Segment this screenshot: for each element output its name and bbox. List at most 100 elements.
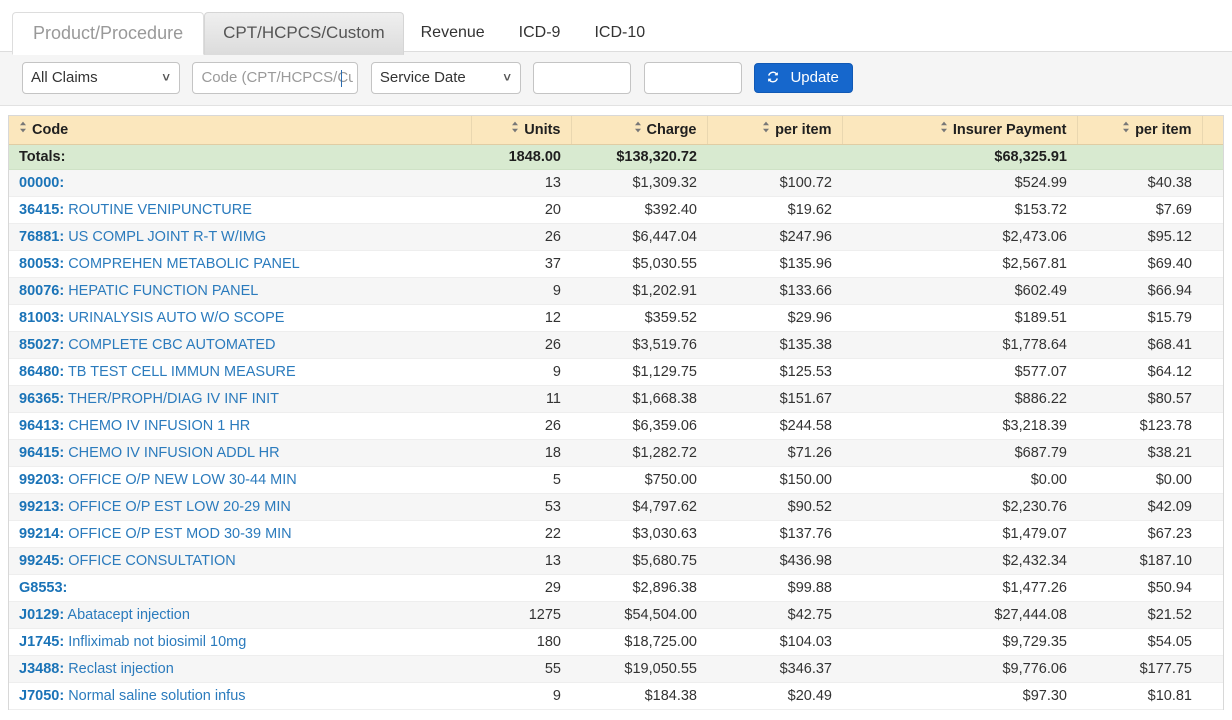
- table-row[interactable]: J7050: Normal saline solution infus 9 $184…: [9, 682, 1223, 710]
- cell-code[interactable]: 76881: US COMPL JOINT R-T W/IMG: [9, 223, 471, 251]
- column-header-units[interactable]: Units: [471, 116, 572, 145]
- code-link[interactable]: 99245: [19, 553, 59, 569]
- code-colon: :: [59, 255, 65, 272]
- code-description[interactable]: TB TEST CELL IMMUN MEASURE: [68, 364, 296, 380]
- code-description[interactable]: Infliximab not biosimil 10mg: [68, 634, 246, 650]
- cell-charge-per-item: $100.72: [707, 169, 842, 197]
- cell-code[interactable]: J7050: Normal saline solution infus: [9, 682, 471, 710]
- code-description[interactable]: OFFICE CONSULTATION: [68, 553, 236, 569]
- code-link[interactable]: 96413: [19, 418, 59, 434]
- code-link[interactable]: 76881: [19, 229, 59, 245]
- table-row[interactable]: 80053: COMPREHEN METABOLIC PANEL 37 $5,030…: [9, 250, 1223, 278]
- cell-code[interactable]: J1745: Infliximab not biosimil 10mg: [9, 628, 471, 656]
- code-colon: :: [59, 498, 65, 515]
- update-button[interactable]: Update: [754, 63, 853, 93]
- table-row[interactable]: J1745: Infliximab not biosimil 10mg 180 $1…: [9, 628, 1223, 656]
- tab-product-procedure[interactable]: Product/Procedure: [12, 12, 205, 55]
- code-description[interactable]: Reclast injection: [68, 661, 174, 677]
- tab-icd-10[interactable]: ICD-10: [577, 11, 662, 55]
- code-link[interactable]: J1745: [19, 634, 59, 650]
- table-row[interactable]: 85027: COMPLETE CBC AUTOMATED 26 $3,519.76…: [9, 331, 1223, 359]
- cell-code[interactable]: G8553:: [9, 574, 471, 602]
- date-to-input[interactable]: [643, 62, 742, 94]
- code-description[interactable]: CHEMO IV INFUSION ADDL HR: [68, 445, 279, 461]
- code-link[interactable]: 96415: [19, 445, 59, 461]
- column-header-payment-per-item[interactable]: per item: [1077, 116, 1203, 145]
- table-row[interactable]: J0129: Abatacept injection 1275 $54,504.00…: [9, 601, 1223, 629]
- table-row[interactable]: 76881: US COMPL JOINT R-T W/IMG 26 $6,447.…: [9, 223, 1223, 251]
- column-header-charge[interactable]: Charge: [571, 116, 708, 145]
- table-row[interactable]: 99203: OFFICE O/P NEW LOW 30-44 MIN 5 $750…: [9, 466, 1223, 494]
- cell-code[interactable]: 99213: OFFICE O/P EST LOW 20-29 MIN: [9, 493, 471, 521]
- code-description[interactable]: US COMPL JOINT R-T W/IMG: [68, 229, 266, 245]
- cell-code[interactable]: 96415: CHEMO IV INFUSION ADDL HR: [9, 439, 471, 467]
- table-row[interactable]: 99245: OFFICE CONSULTATION 13 $5,680.75 $43…: [9, 547, 1223, 575]
- code-link[interactable]: G8553: [19, 580, 63, 596]
- table-row[interactable]: 96365: THER/PROPH/DIAG IV INF INIT 11 $1,6…: [9, 385, 1223, 413]
- cell-code[interactable]: 85027: COMPLETE CBC AUTOMATED: [9, 331, 471, 359]
- column-header-charge-per-item[interactable]: per item: [707, 116, 843, 145]
- cell-code[interactable]: 86480: TB TEST CELL IMMUN MEASURE: [9, 358, 471, 386]
- code-description[interactable]: Normal saline solution infus: [68, 688, 245, 704]
- tab-revenue[interactable]: Revenue: [404, 11, 502, 55]
- cell-code[interactable]: 96413: CHEMO IV INFUSION 1 HR: [9, 412, 471, 440]
- cell-code[interactable]: J3488: Reclast injection: [9, 655, 471, 683]
- cell-code[interactable]: 96365: THER/PROPH/DIAG IV INF INIT: [9, 385, 471, 413]
- cell-code[interactable]: 80053: COMPREHEN METABOLIC PANEL: [9, 250, 471, 278]
- cell-code[interactable]: 99214: OFFICE O/P EST MOD 30-39 MIN: [9, 520, 471, 548]
- table-row[interactable]: 99214: OFFICE O/P EST MOD 30-39 MIN 22 $3,…: [9, 520, 1223, 548]
- date-from-input[interactable]: [533, 62, 632, 94]
- code-description[interactable]: THER/PROPH/DIAG IV INF INIT: [68, 391, 279, 407]
- code-description[interactable]: COMPREHEN METABOLIC PANEL: [68, 256, 300, 272]
- code-description[interactable]: COMPLETE CBC AUTOMATED: [68, 337, 275, 353]
- code-link[interactable]: 80076: [19, 283, 59, 299]
- table-row[interactable]: 81003: URINALYSIS AUTO W/O SCOPE 12 $359.5…: [9, 304, 1223, 332]
- code-description[interactable]: URINALYSIS AUTO W/O SCOPE: [68, 310, 284, 326]
- code-link[interactable]: 99214: [19, 526, 59, 542]
- tab-icd-9[interactable]: ICD-9: [502, 11, 578, 55]
- code-link[interactable]: 86480: [19, 364, 59, 380]
- column-header-code[interactable]: Code: [9, 116, 472, 145]
- code-link[interactable]: 96365: [19, 391, 59, 407]
- table-row[interactable]: J3488: Reclast injection 55 $19,050.55 $346…: [9, 655, 1223, 683]
- code-description[interactable]: HEPATIC FUNCTION PANEL: [68, 283, 258, 299]
- cell-code[interactable]: 36415: ROUTINE VENIPUNCTURE: [9, 196, 471, 224]
- code-link[interactable]: 99213: [19, 499, 59, 515]
- cell-code[interactable]: 81003: URINALYSIS AUTO W/O SCOPE: [9, 304, 471, 332]
- code-description[interactable]: OFFICE O/P EST LOW 20-29 MIN: [68, 499, 291, 515]
- table-row[interactable]: 80076: HEPATIC FUNCTION PANEL 9 $1,202.91 $…: [9, 277, 1223, 305]
- table-row[interactable]: 96413: CHEMO IV INFUSION 1 HR 26 $6,359.06…: [9, 412, 1223, 440]
- table-row[interactable]: 99213: OFFICE O/P EST LOW 20-29 MIN 53 $4,…: [9, 493, 1223, 521]
- code-link[interactable]: J3488: [19, 661, 59, 677]
- code-description[interactable]: ROUTINE VENIPUNCTURE: [68, 202, 252, 218]
- column-header-insurer-payment[interactable]: Insurer Payment: [842, 116, 1078, 145]
- table-row[interactable]: G8553: 29 $2,896.38 $99.88 $1,477.26 $50.94: [9, 574, 1223, 602]
- code-link[interactable]: 80053: [19, 256, 59, 272]
- cell-code[interactable]: J0129: Abatacept injection: [9, 601, 471, 629]
- table-row[interactable]: 00000: 13 $1,309.32 $100.72 $524.99 $40.38: [9, 169, 1223, 197]
- code-link[interactable]: J0129: [19, 607, 59, 623]
- code-link[interactable]: 00000: [19, 175, 59, 191]
- column-header-overflow[interactable]: [1202, 116, 1223, 145]
- code-link[interactable]: J7050: [19, 688, 59, 704]
- code-link[interactable]: 81003: [19, 310, 59, 326]
- code-description[interactable]: CHEMO IV INFUSION 1 HR: [68, 418, 250, 434]
- code-search-input[interactable]: Code (CPT/HCPCS/Cus: [192, 62, 359, 94]
- cell-code[interactable]: 80076: HEPATIC FUNCTION PANEL: [9, 277, 471, 305]
- cell-code[interactable]: 00000:: [9, 169, 471, 197]
- cell-code[interactable]: 99203: OFFICE O/P NEW LOW 30-44 MIN: [9, 466, 471, 494]
- code-description[interactable]: OFFICE O/P EST MOD 30-39 MIN: [68, 526, 291, 542]
- code-description[interactable]: Abatacept injection: [67, 607, 190, 623]
- code-description[interactable]: OFFICE O/P NEW LOW 30-44 MIN: [68, 472, 297, 488]
- table-row[interactable]: 86480: TB TEST CELL IMMUN MEASURE 9 $1,129…: [9, 358, 1223, 386]
- table-row[interactable]: 36415: ROUTINE VENIPUNCTURE 20 $392.40 $19.…: [9, 196, 1223, 224]
- cell-code[interactable]: 99245: OFFICE CONSULTATION: [9, 547, 471, 575]
- claims-filter-select[interactable]: All Claims ˅: [22, 62, 180, 94]
- date-type-select[interactable]: Service Date ˅: [370, 62, 521, 94]
- code-link[interactable]: 99203: [19, 472, 59, 488]
- table-row[interactable]: 96415: CHEMO IV INFUSION ADDL HR 18 $1,282…: [9, 439, 1223, 467]
- cell-charge-per-item: $125.53: [707, 358, 842, 386]
- code-link[interactable]: 85027: [19, 337, 59, 353]
- code-link[interactable]: 36415: [19, 202, 59, 218]
- tab-cpt-hcpcs-custom[interactable]: CPT/HCPCS/Custom: [204, 12, 404, 55]
